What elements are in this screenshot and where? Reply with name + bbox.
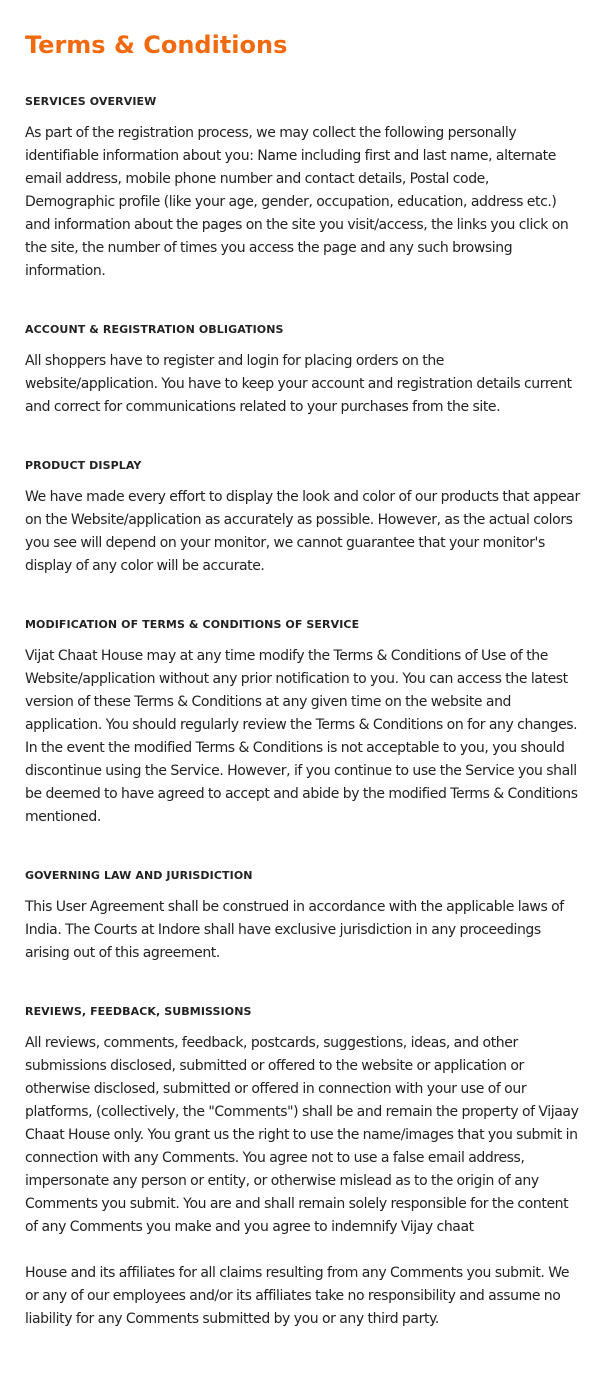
section-body-continued: House and its affiliates for all claims … [25,1265,570,1327]
section-heading: PRODUCT DISPLAY [25,459,142,472]
section-heading: ACCOUNT & REGISTRATION OBLIGATIONS [25,323,284,336]
terms-page: Terms & Conditions SERVICES OVERVIEW As … [0,0,600,1400]
section-reviews-feedback: REVIEWS, FEEDBACK, SUBMISSIONS All revie… [25,1005,580,1331]
section-governing-law: GOVERNING LAW AND JURISDICTION This User… [25,869,580,965]
page-title: Terms & Conditions [25,31,288,59]
section-body: Vijat Chaat House may at any time modify… [25,648,578,825]
section-body: This User Agreement shall be construed i… [25,899,564,961]
section-body: All shoppers have to register and login … [25,353,572,415]
section-heading: REVIEWS, FEEDBACK, SUBMISSIONS [25,1005,252,1018]
section-heading: SERVICES OVERVIEW [25,95,157,108]
section-account-registration: ACCOUNT & REGISTRATION OBLIGATIONS All s… [25,323,580,419]
section-body: All reviews, comments, feedback, postcar… [25,1035,579,1235]
section-heading: MODIFICATION OF TERMS & CONDITIONS OF SE… [25,618,360,631]
section-body: As part of the registration process, we … [25,125,569,279]
section-body: We have made every effort to display the… [25,489,580,574]
section-services-overview: SERVICES OVERVIEW As part of the registr… [25,95,580,283]
section-heading: GOVERNING LAW AND JURISDICTION [25,869,253,882]
section-product-display: PRODUCT DISPLAY We have made every effor… [25,459,580,578]
section-modification-of-terms: MODIFICATION OF TERMS & CONDITIONS OF SE… [25,618,580,829]
